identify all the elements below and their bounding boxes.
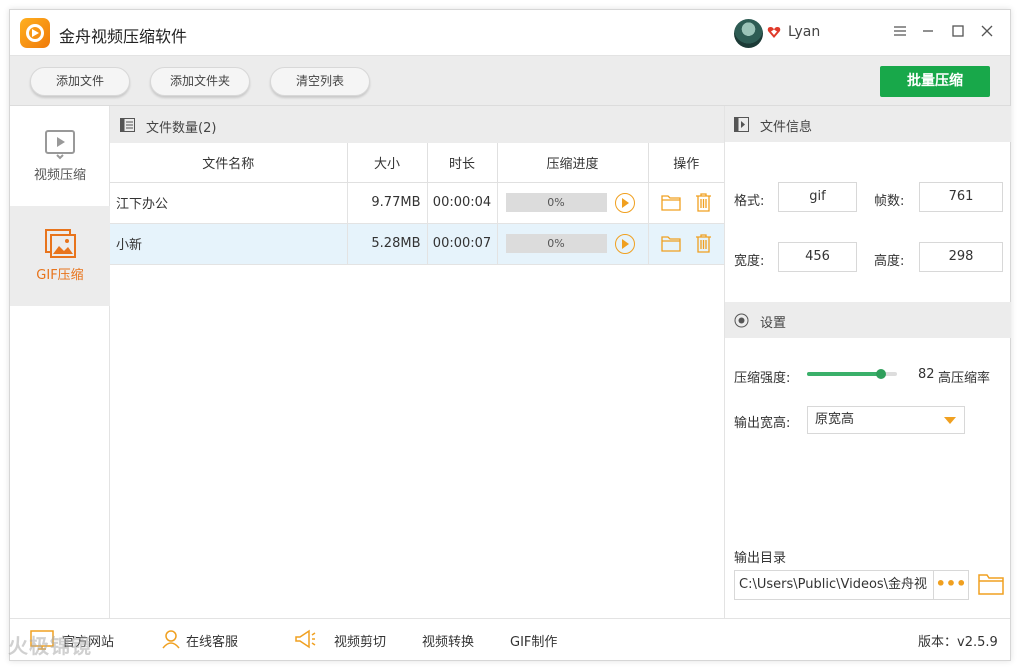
slider-fill — [807, 372, 881, 376]
frames-field: 761 — [919, 182, 1003, 212]
output-size-select[interactable]: 原宽高 — [807, 406, 965, 434]
format-field: gif — [778, 182, 857, 212]
nav-label: GIF压缩 — [36, 268, 84, 283]
table-row[interactable]: 小新 5.28MB 00:00:07 0% — [110, 223, 724, 265]
file-table: 文件名称 大小 时长 压缩进度 操作 江下办公 9.77MB 00:00:04 … — [110, 143, 724, 265]
minimize-icon[interactable] — [918, 22, 938, 42]
col-duration: 时长 — [427, 143, 498, 183]
app-window: 金舟视频压缩软件 Lyan 添加文件 添加文件夹 清空列表 批量压缩 视频压缩 … — [9, 9, 1011, 661]
add-folder-button[interactable]: 添加文件夹 — [150, 67, 250, 96]
file-list-header: 文件数量(2) — [110, 106, 724, 143]
trash-icon[interactable] — [695, 193, 712, 212]
chevron-down-icon — [944, 417, 956, 424]
video-cut-link[interactable]: 视频剪切 — [334, 631, 386, 650]
format-label: 格式: — [734, 194, 765, 209]
width-field: 456 — [778, 242, 857, 272]
right-panel: 文件信息 格式: gif 帧数: 761 宽度: 456 高度: 298 设置 … — [724, 106, 1011, 618]
browse-more-button[interactable]: ••• — [933, 570, 969, 600]
file-size: 9.77MB — [347, 182, 428, 224]
file-info-title: 文件信息 — [760, 120, 813, 135]
footer: 官方网站 在线客服 视频剪切 视频转换 GIF制作 版本：v2.5.9 — [10, 618, 1010, 660]
file-info-header: 文件信息 — [725, 106, 1011, 142]
watermark: 火极锦镜 — [8, 634, 92, 658]
file-duration: 00:00:04 — [427, 182, 498, 224]
col-name: 文件名称 — [110, 143, 348, 183]
strength-text: 高压缩率 — [938, 371, 991, 386]
settings-radio-icon — [734, 313, 749, 328]
version-label: 版本：v2.5.9 — [918, 635, 998, 650]
file-size: 5.28MB — [347, 223, 428, 265]
file-info-icon — [734, 117, 749, 132]
file-name: 小新 — [110, 223, 348, 265]
clear-list-button[interactable]: 清空列表 — [270, 67, 370, 96]
strength-label: 压缩强度: — [734, 371, 791, 386]
output-dir-field[interactable]: C:\Users\Public\Videos\金舟视 — [734, 570, 934, 600]
height-label: 高度: — [874, 254, 905, 269]
add-file-button[interactable]: 添加文件 — [30, 67, 130, 96]
username[interactable]: Lyan — [788, 24, 820, 40]
toolbar: 添加文件 添加文件夹 清空列表 批量压缩 — [10, 56, 1010, 106]
width-label: 宽度: — [734, 254, 765, 269]
folder-icon[interactable] — [661, 235, 681, 252]
col-actions: 操作 — [648, 143, 724, 183]
title-bar: 金舟视频压缩软件 Lyan — [10, 10, 1010, 56]
nav-label: 视频压缩 — [33, 168, 86, 183]
nav-gif-compress[interactable]: GIF压缩 — [10, 206, 110, 306]
play-icon[interactable] — [614, 233, 635, 254]
file-name: 江下办公 — [110, 182, 348, 224]
table-row[interactable]: 江下办公 9.77MB 00:00:04 0% — [110, 182, 724, 224]
strength-slider[interactable] — [807, 369, 897, 379]
slider-thumb[interactable] — [875, 369, 886, 379]
height-field: 298 — [919, 242, 1003, 272]
service-link[interactable]: 在线客服 — [186, 631, 238, 650]
gif-image-icon — [45, 229, 76, 258]
user-avatar[interactable] — [734, 19, 763, 48]
progress-bar: 0% — [505, 234, 607, 253]
app-title: 金舟视频压缩软件 — [59, 27, 188, 46]
output-size-label: 输出宽高: — [734, 416, 791, 431]
left-nav: 视频压缩 GIF压缩 — [10, 106, 110, 618]
nav-video-compress[interactable]: 视频压缩 — [10, 106, 110, 206]
trash-icon[interactable] — [695, 234, 712, 253]
output-dir-label: 输出目录 — [734, 551, 787, 566]
settings-header: 设置 — [725, 302, 1011, 338]
megaphone-icon — [295, 629, 316, 649]
output-size-value: 原宽高 — [815, 412, 855, 427]
strength-value: 82 — [918, 367, 935, 382]
col-size: 大小 — [347, 143, 428, 183]
gif-make-link[interactable]: GIF制作 — [510, 631, 557, 650]
col-progress: 压缩进度 — [497, 143, 649, 183]
video-convert-link[interactable]: 视频转换 — [422, 631, 474, 650]
file-count: 文件数量(2) — [146, 121, 217, 136]
folder-icon[interactable] — [661, 194, 681, 211]
frames-label: 帧数: — [874, 194, 905, 209]
settings-title: 设置 — [760, 316, 787, 331]
app-logo-icon — [20, 18, 50, 48]
play-icon[interactable] — [614, 192, 635, 213]
open-folder-icon[interactable] — [978, 573, 1004, 595]
video-icon — [45, 130, 75, 160]
progress-bar: 0% — [505, 193, 607, 212]
close-icon[interactable] — [977, 22, 997, 42]
maximize-icon[interactable] — [948, 22, 968, 42]
vip-heart-icon — [767, 27, 781, 38]
menu-icon[interactable] — [890, 22, 910, 42]
file-duration: 00:00:07 — [427, 223, 498, 265]
customer-service-icon — [162, 630, 180, 649]
list-icon — [120, 118, 135, 132]
batch-compress-button[interactable]: 批量压缩 — [880, 66, 990, 97]
